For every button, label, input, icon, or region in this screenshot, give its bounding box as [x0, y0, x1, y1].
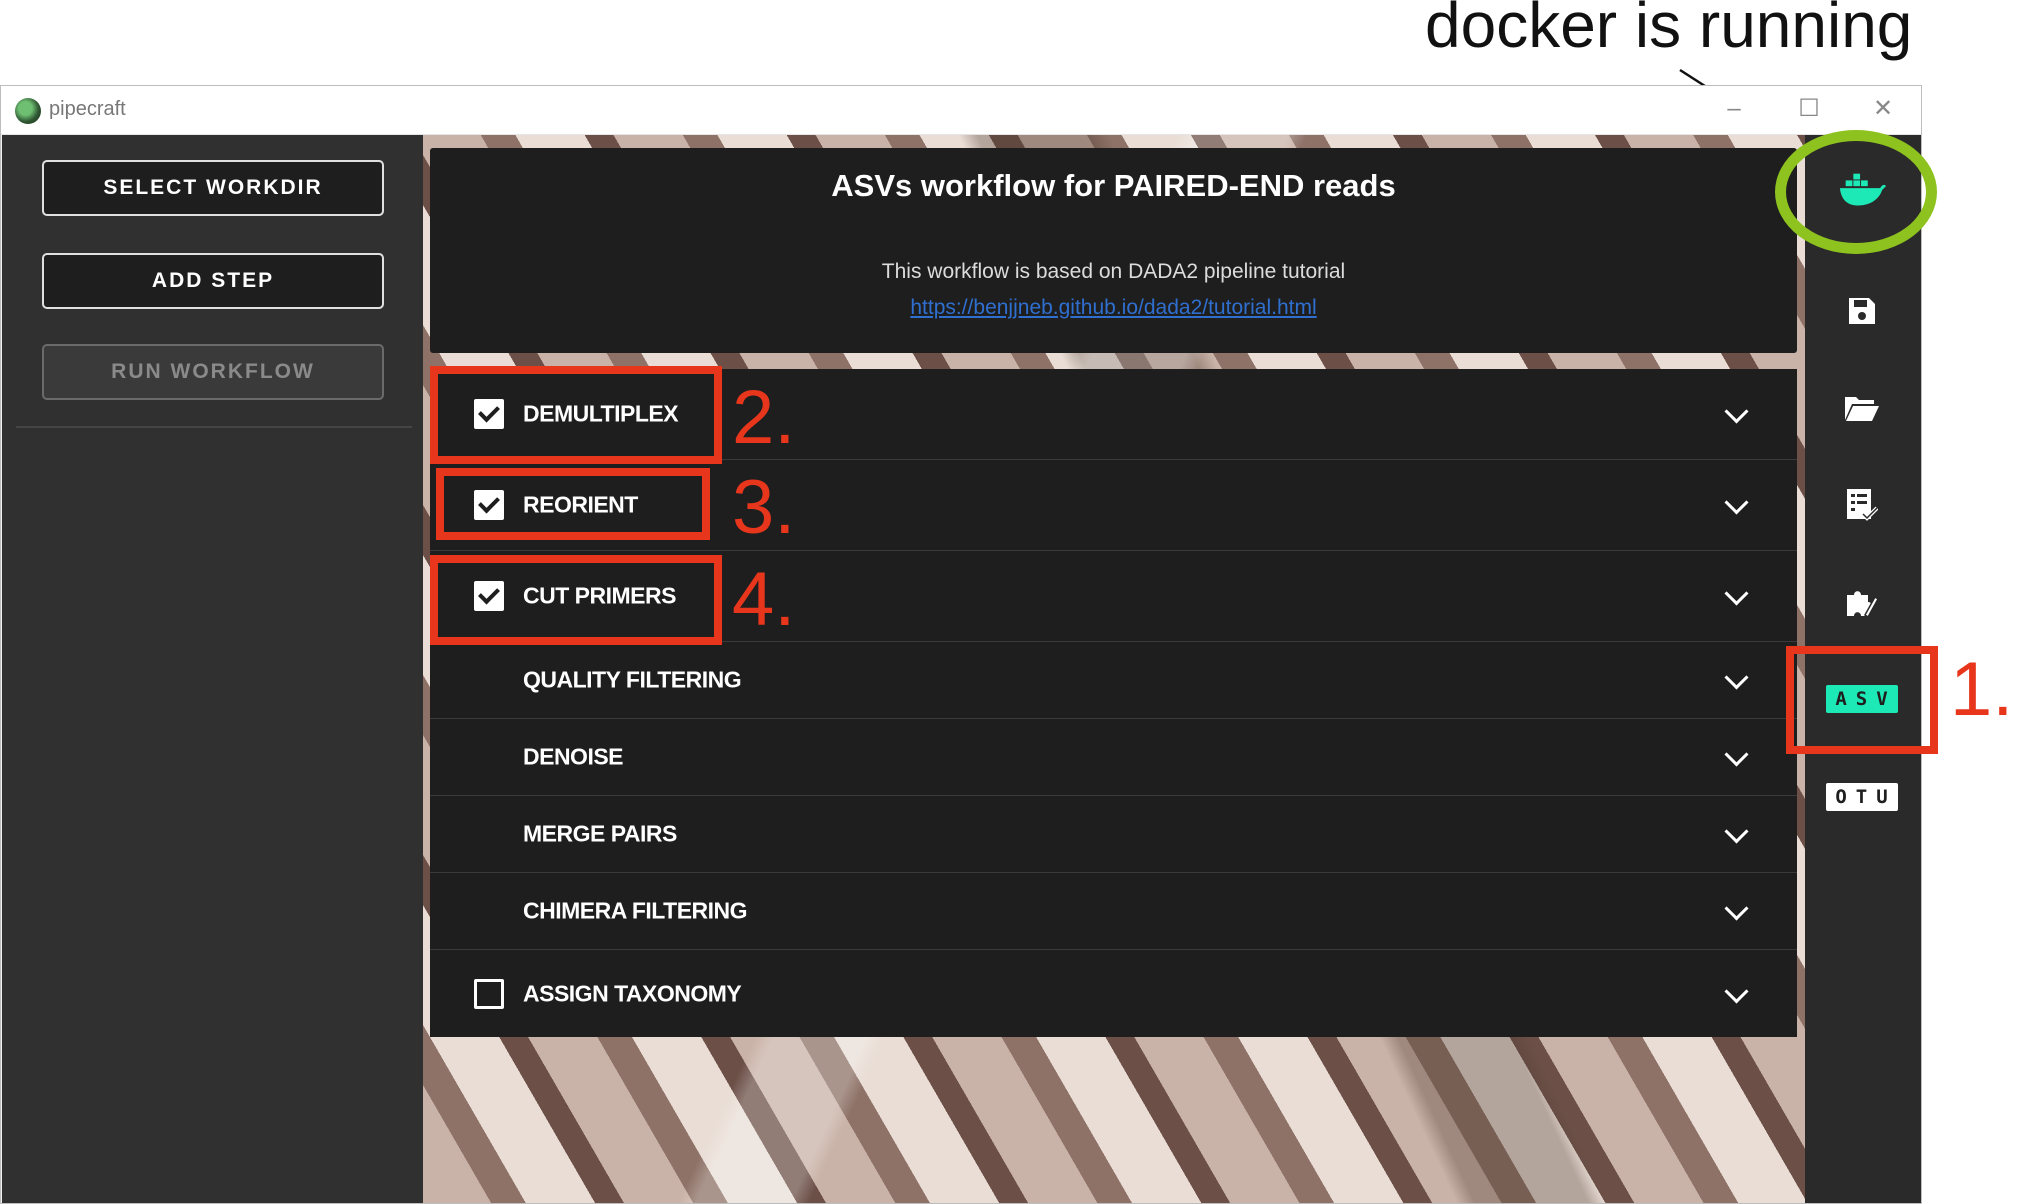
- chevron-down-icon[interactable]: [1724, 742, 1749, 767]
- tutorial-link[interactable]: https://benjjneb.github.io/dada2/tutoria…: [430, 296, 1797, 320]
- step-label: MERGE PAIRS: [523, 820, 677, 847]
- step-reorient[interactable]: REORIENT: [430, 460, 1797, 551]
- chevron-down-icon[interactable]: [1724, 665, 1749, 690]
- workflow-title: ASVs workflow for PAIRED-END reads: [831, 168, 1396, 203]
- chevron-down-icon[interactable]: [1724, 896, 1749, 921]
- step-label: QUALITY FILTERING: [523, 666, 742, 693]
- step-label: ASSIGN TAXONOMY: [523, 980, 742, 1006]
- asv-workflow-button[interactable]: ASV: [1826, 685, 1898, 713]
- select-workdir-button[interactable]: SELECT WORKDIR: [42, 160, 384, 216]
- add-step-button[interactable]: ADD STEP: [42, 253, 384, 309]
- workflow-steps-list: DEMULTIPLEX REORIENT CUT PRIMERS QUALITY…: [430, 369, 1797, 1037]
- reorient-checkbox[interactable]: [474, 490, 504, 520]
- chevron-down-icon[interactable]: [1724, 819, 1749, 844]
- step-cut-primers[interactable]: CUT PRIMERS: [430, 551, 1797, 642]
- minimize-icon[interactable]: –: [1719, 94, 1749, 124]
- chevron-down-icon[interactable]: [1724, 490, 1749, 515]
- title-bar: pipecraft – ☐ ✕: [1, 86, 1921, 135]
- annotation-docker-running: docker is running: [1425, 0, 1913, 61]
- demultiplex-checkbox[interactable]: [474, 399, 504, 429]
- folder-open-icon[interactable]: [1838, 384, 1886, 432]
- annotation-marker-3: 3.: [732, 465, 796, 550]
- left-sidebar: SELECT WORKDIR ADD STEP RUN WORKFLOW: [2, 135, 423, 1203]
- otu-workflow-button[interactable]: OTU: [1826, 783, 1898, 811]
- annotation-marker-4: 4.: [732, 557, 796, 642]
- step-label: DENOISE: [523, 743, 624, 770]
- step-label: CUT PRIMERS: [523, 582, 676, 609]
- chevron-down-icon[interactable]: [1724, 978, 1749, 1004]
- step-quality-filtering[interactable]: QUALITY FILTERING: [430, 642, 1797, 719]
- sidebar-divider: [16, 426, 412, 428]
- docker-icon[interactable]: [1838, 166, 1886, 214]
- workflow-header-card: ASVs workflow for PAIRED-END reads This …: [430, 148, 1797, 353]
- save-icon[interactable]: [1838, 287, 1886, 335]
- step-merge-pairs[interactable]: MERGE PAIRS: [430, 796, 1797, 873]
- checklist-icon[interactable]: [1838, 481, 1886, 529]
- cut-primers-checkbox[interactable]: [474, 581, 504, 611]
- workflow-description: This workflow is based on DADA2 pipeline…: [881, 260, 1346, 283]
- chevron-down-icon[interactable]: [1724, 399, 1749, 424]
- window-title: pipecraft: [49, 98, 126, 120]
- step-denoise[interactable]: DENOISE: [430, 719, 1797, 796]
- chevron-down-icon[interactable]: [1724, 581, 1749, 606]
- step-label: REORIENT: [523, 491, 638, 518]
- close-icon[interactable]: ✕: [1868, 94, 1898, 124]
- step-demultiplex[interactable]: DEMULTIPLEX: [430, 369, 1797, 460]
- assign-taxonomy-checkbox[interactable]: [474, 978, 504, 1009]
- app-logo-icon: [15, 98, 41, 124]
- annotation-marker-2: 2.: [732, 375, 796, 460]
- step-label: DEMULTIPLEX: [523, 400, 679, 427]
- step-chimera-filtering[interactable]: CHIMERA FILTERING: [430, 873, 1797, 950]
- run-workflow-button[interactable]: RUN WORKFLOW: [42, 344, 384, 400]
- step-assign-taxonomy[interactable]: ASSIGN TAXONOMY: [430, 950, 1797, 1037]
- maximize-icon[interactable]: ☐: [1794, 94, 1824, 124]
- step-label: CHIMERA FILTERING: [523, 897, 748, 924]
- puzzle-icon[interactable]: [1838, 578, 1886, 626]
- annotation-marker-1: 1.: [1950, 647, 2014, 732]
